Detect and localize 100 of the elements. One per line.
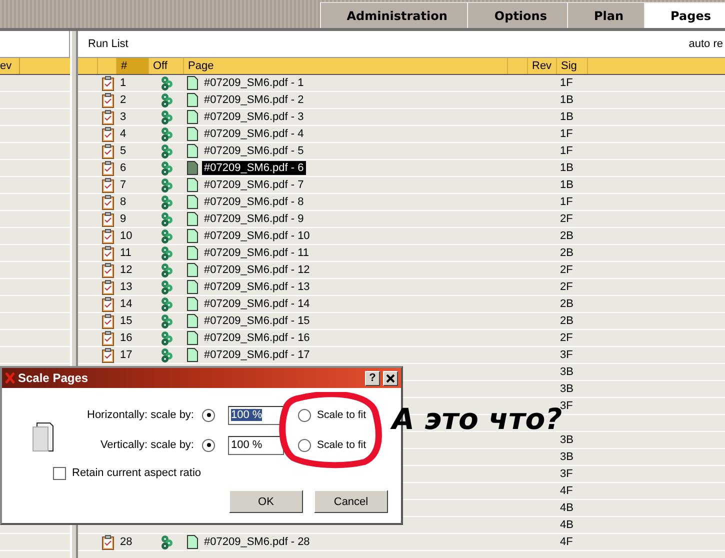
page-name[interactable]: #07209_SM6.pdf - 28: [202, 535, 312, 549]
signature-code: 2F: [560, 332, 573, 344]
page-name[interactable]: #07209_SM6.pdf - 2: [202, 93, 306, 107]
scale-to-fit-label[interactable]: Scale to fit: [314, 409, 366, 421]
row-number: 28: [120, 536, 132, 548]
row-number: 5: [120, 145, 126, 157]
signature-code: 2B: [560, 315, 574, 327]
signature-code: 1B: [560, 162, 574, 174]
tab[interactable]: Plan: [566, 2, 644, 28]
signature-code: 3F: [560, 400, 573, 412]
signature-code: 2F: [560, 264, 573, 276]
page-name[interactable]: #07209_SM6.pdf - 12: [202, 263, 312, 277]
gears-icon: [160, 296, 173, 312]
row-number: 10: [120, 230, 132, 242]
document-icon: [187, 93, 198, 107]
tab[interactable]: Options: [467, 2, 567, 28]
page-name[interactable]: #07209_SM6.pdf - 9: [202, 212, 306, 226]
gears-icon: [160, 110, 173, 124]
checkbox[interactable]: [53, 466, 66, 480]
signature-code: 4F: [560, 485, 573, 497]
document-icon: [187, 110, 198, 124]
page-name[interactable]: #07209_SM6.pdf - 3: [202, 110, 306, 124]
scale-by-radio[interactable]: [202, 438, 215, 452]
tab[interactable]: Pages: [644, 2, 725, 28]
scale-by-radio[interactable]: [202, 408, 215, 422]
row-number: 3: [120, 111, 126, 123]
gears-icon: [160, 228, 173, 244]
document-icon: [187, 314, 198, 328]
gears-icon: [160, 246, 173, 260]
gears-icon: [160, 212, 173, 226]
scale-field[interactable]: 100 %: [228, 436, 284, 454]
column-header[interactable]: Off: [149, 58, 184, 74]
column-header[interactable]: Page: [184, 58, 508, 74]
page-name[interactable]: #07209_SM6.pdf - 16: [202, 331, 312, 345]
gears-icon: [160, 348, 173, 362]
row-number: 11: [120, 247, 132, 259]
page-name[interactable]: #07209_SM6.pdf - 5: [202, 144, 306, 158]
signature-code: 2F: [560, 213, 573, 225]
document-icon: [187, 263, 198, 277]
signature-code: 4B: [560, 502, 574, 514]
row-number: 12: [120, 264, 132, 276]
signature-code: 3B: [560, 451, 574, 463]
row-number: 4: [120, 128, 126, 140]
page-name[interactable]: #07209_SM6.pdf - 14: [202, 297, 312, 311]
row-number: 6: [120, 162, 126, 174]
column-header[interactable]: Sig: [557, 58, 588, 74]
signature-code: 3B: [560, 383, 574, 395]
signature-code: 3B: [560, 366, 574, 378]
scale-to-fit-radio[interactable]: [298, 438, 311, 452]
document-icon: [187, 127, 198, 141]
document-icon: [187, 331, 198, 345]
signature-code: 2B: [560, 230, 574, 242]
page-name[interactable]: #07209_SM6.pdf - 8: [202, 195, 306, 209]
panel-title: Run List: [87, 38, 128, 50]
gears-icon: [160, 330, 173, 346]
help-button[interactable]: ?: [365, 370, 380, 386]
tab[interactable]: Administration: [320, 2, 468, 28]
document-icon: [187, 297, 198, 311]
document-icon: [187, 229, 198, 243]
close-icon: [386, 374, 395, 382]
row-number: 8: [120, 196, 126, 208]
document-icon: [187, 195, 198, 209]
scale-to-fit-radio[interactable]: [298, 408, 311, 422]
row-number: 14: [120, 298, 132, 310]
page-name[interactable]: #07209_SM6.pdf - 1: [202, 76, 306, 90]
gears-icon: [160, 92, 173, 108]
signature-code: 3B: [560, 434, 574, 446]
document-icon: [187, 76, 198, 90]
signature-code: 1F: [560, 77, 573, 89]
column-header[interactable]: Rev: [528, 58, 557, 74]
signature-code: 1F: [560, 128, 573, 140]
scale-field[interactable]: 100 %: [228, 406, 284, 424]
scale-to-fit-label[interactable]: Scale to fit: [314, 439, 366, 451]
gears-icon: [160, 126, 173, 142]
column-header[interactable]: #: [117, 58, 149, 74]
signature-code: 3F: [560, 349, 573, 361]
page-name[interactable]: #07209_SM6.pdf - 15: [202, 314, 312, 328]
page-name[interactable]: #07209_SM6.pdf - 6: [202, 161, 306, 175]
row-number: 7: [120, 179, 126, 191]
document-icon: [187, 161, 198, 175]
cancel-button[interactable]: Cancel: [314, 490, 388, 513]
close-button[interactable]: [383, 370, 398, 386]
signature-code: 2B: [560, 247, 574, 259]
document-icon: [187, 246, 198, 260]
page-name[interactable]: #07209_SM6.pdf - 10: [202, 229, 312, 243]
dialog-title: Scale Pages: [18, 371, 90, 385]
page-name[interactable]: #07209_SM6.pdf - 11: [202, 246, 311, 260]
gears-icon: [160, 194, 173, 210]
page-name[interactable]: #07209_SM6.pdf - 13: [202, 280, 312, 294]
scale-label: Vertically: scale by:: [99, 439, 195, 451]
checkbox-label[interactable]: Retain current aspect ratio: [72, 467, 202, 479]
signature-code: 2F: [560, 281, 573, 293]
panel-header: [0, 31, 70, 58]
page-name[interactable]: #07209_SM6.pdf - 7: [202, 178, 306, 192]
page-name[interactable]: #07209_SM6.pdf - 4: [202, 127, 306, 141]
page-name[interactable]: #07209_SM6.pdf - 17: [202, 348, 312, 362]
gears-icon: [160, 314, 173, 328]
ok-button[interactable]: OK: [229, 490, 303, 513]
document-icon: [187, 178, 198, 192]
x-icon: [5, 372, 15, 384]
